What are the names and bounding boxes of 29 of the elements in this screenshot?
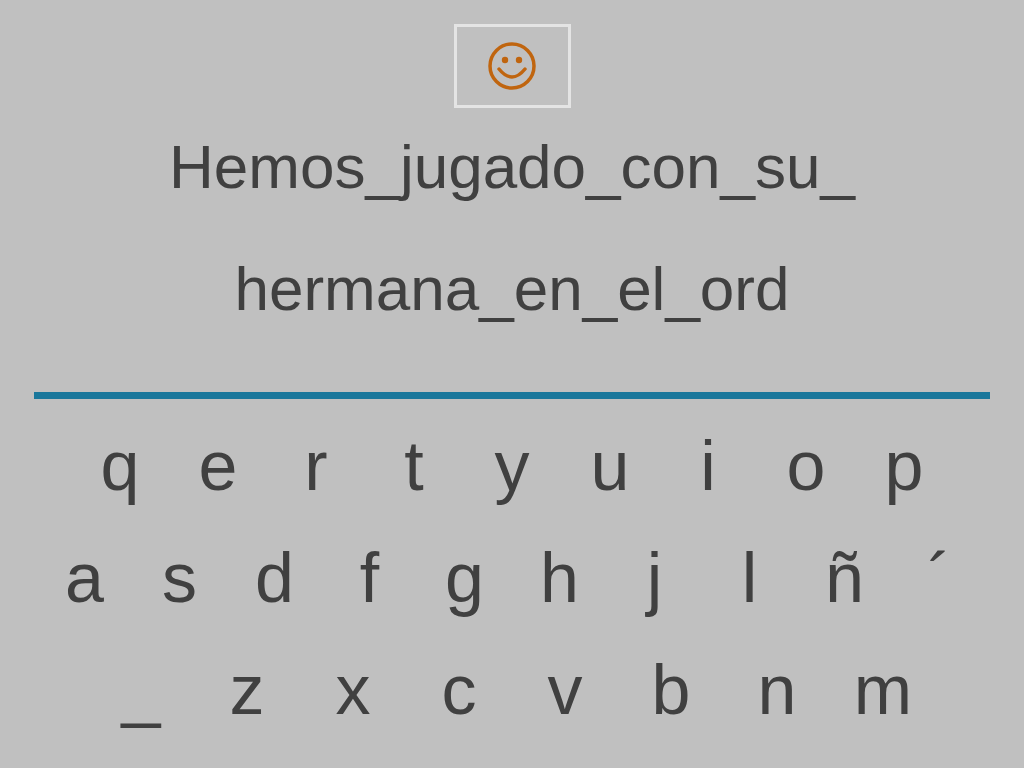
key[interactable]: i <box>659 421 757 511</box>
key[interactable]: d <box>227 533 322 623</box>
key[interactable]: ñ <box>797 533 892 623</box>
key[interactable]: c <box>406 645 512 735</box>
key[interactable]: s <box>132 533 227 623</box>
key[interactable]: u <box>561 421 659 511</box>
key[interactable]: v <box>512 645 618 735</box>
key[interactable]: n <box>724 645 830 735</box>
key[interactable]: a <box>37 533 132 623</box>
key[interactable]: j <box>607 533 702 623</box>
key[interactable]: ´ <box>892 533 987 623</box>
key[interactable]: o <box>757 421 855 511</box>
key[interactable]: f <box>322 533 417 623</box>
key[interactable]: x <box>300 645 406 735</box>
key[interactable]: y <box>463 421 561 511</box>
key[interactable]: t <box>365 421 463 511</box>
key[interactable]: h <box>512 533 607 623</box>
key[interactable]: l <box>702 533 797 623</box>
sentence-line: hermana_en_el_ord <box>234 258 790 320</box>
key[interactable]: e <box>169 421 267 511</box>
key[interactable]: b <box>618 645 724 735</box>
key[interactable]: p <box>855 421 953 511</box>
key[interactable]: g <box>417 533 512 623</box>
smiley-icon <box>487 41 537 91</box>
key[interactable]: m <box>830 645 936 735</box>
key[interactable]: _ <box>88 645 194 735</box>
key[interactable]: z <box>194 645 300 735</box>
key[interactable]: r <box>267 421 365 511</box>
key[interactable]: q <box>71 421 169 511</box>
